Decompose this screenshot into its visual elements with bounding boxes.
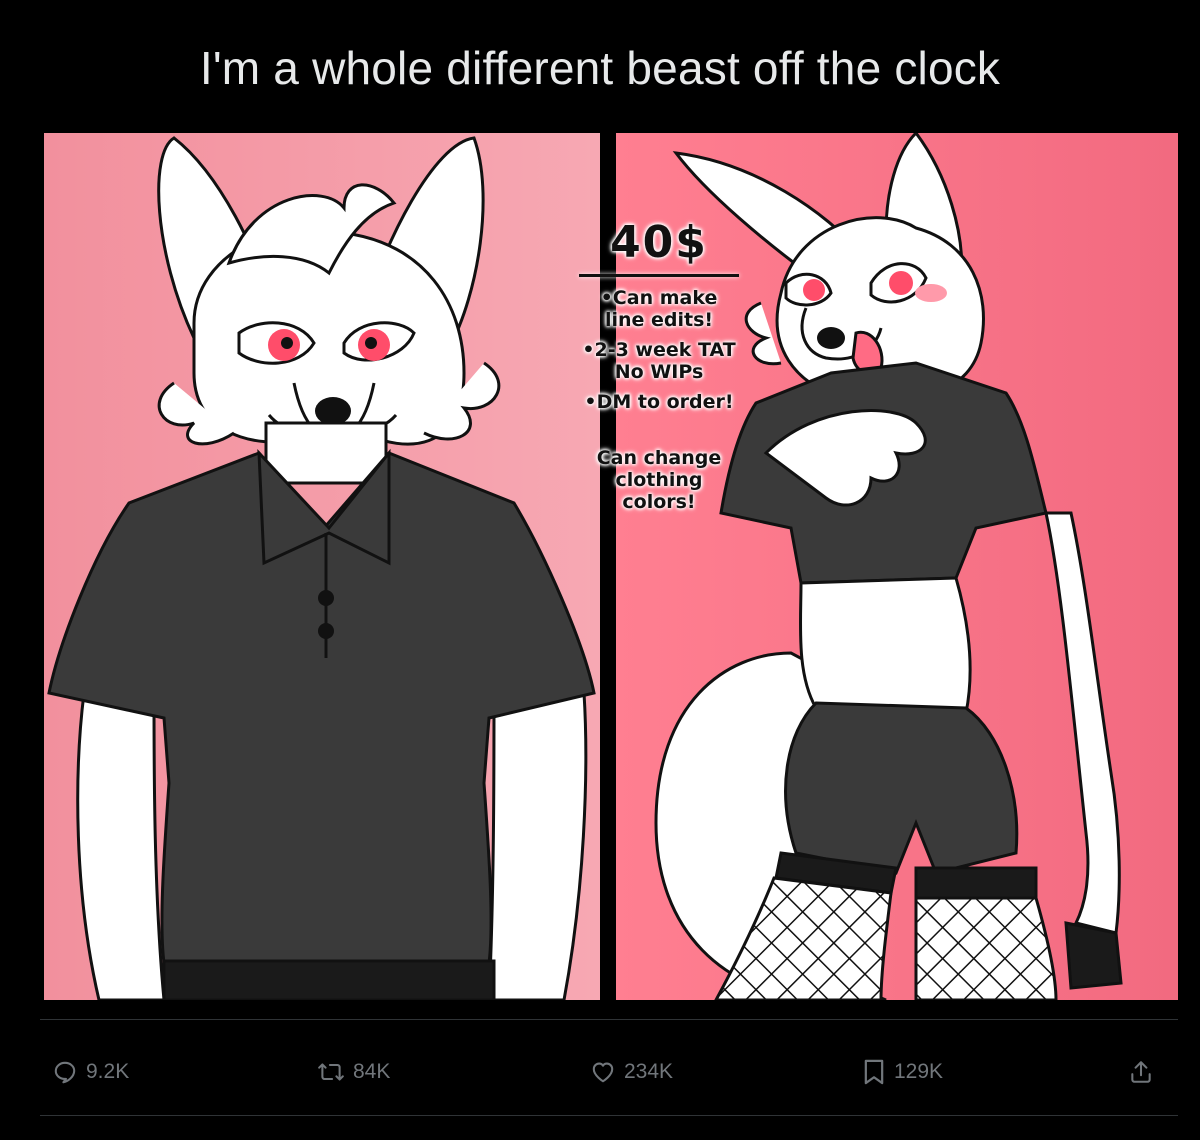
repost-button[interactable]: 84K: [317, 1050, 390, 1094]
character-left-illustration: [47, 136, 596, 1000]
price-underline: [579, 274, 739, 277]
divider: [40, 1019, 1178, 1020]
artwork-panel-left: [44, 133, 600, 1000]
commission-bullet: •2-3 week TAT No WIPs: [549, 339, 769, 383]
bullet-text: •Can make: [600, 287, 718, 309]
reply-button[interactable]: 9.2K: [52, 1050, 129, 1094]
repost-icon: [318, 1063, 344, 1081]
like-button[interactable]: 234K: [590, 1050, 673, 1094]
bullet-text: line edits!: [604, 309, 714, 331]
note-text: colors!: [622, 491, 696, 513]
like-count: 234K: [624, 1060, 674, 1083]
bookmark-icon: [864, 1059, 884, 1085]
bookmark-count: 129K: [894, 1060, 944, 1083]
post-caption: I'm a whole different beast off the cloc…: [199, 42, 1001, 94]
note-text: Can change: [596, 447, 722, 469]
commission-bullet: •DM to order!: [549, 391, 769, 413]
bullet-text: •2-3 week TAT: [582, 339, 736, 361]
share-button[interactable]: [1128, 1050, 1154, 1094]
share-icon: [1131, 1061, 1151, 1083]
post-image[interactable]: 40$ •Can make line edits! •2-3 week TAT …: [44, 133, 1178, 1000]
divider: [40, 1115, 1178, 1116]
reply-count: 9.2K: [86, 1060, 130, 1083]
bullet-text: No WIPs: [614, 361, 704, 383]
repost-count: 84K: [353, 1060, 391, 1083]
commission-bullet: •Can make line edits!: [549, 287, 769, 331]
bookmark-button[interactable]: 129K: [862, 1050, 943, 1094]
reply-icon: [54, 1061, 76, 1084]
post-action-bar: 9.2K 84K 234K 129K: [0, 1050, 1200, 1094]
commission-price: 40$: [610, 217, 708, 268]
commission-note: Can change clothing colors!: [549, 447, 769, 513]
note-text: clothing: [615, 469, 703, 491]
commission-info: 40$ •Can make line edits! •2-3 week TAT …: [549, 218, 769, 513]
bullet-text: •DM to order!: [584, 391, 734, 413]
heart-icon: [592, 1062, 614, 1083]
